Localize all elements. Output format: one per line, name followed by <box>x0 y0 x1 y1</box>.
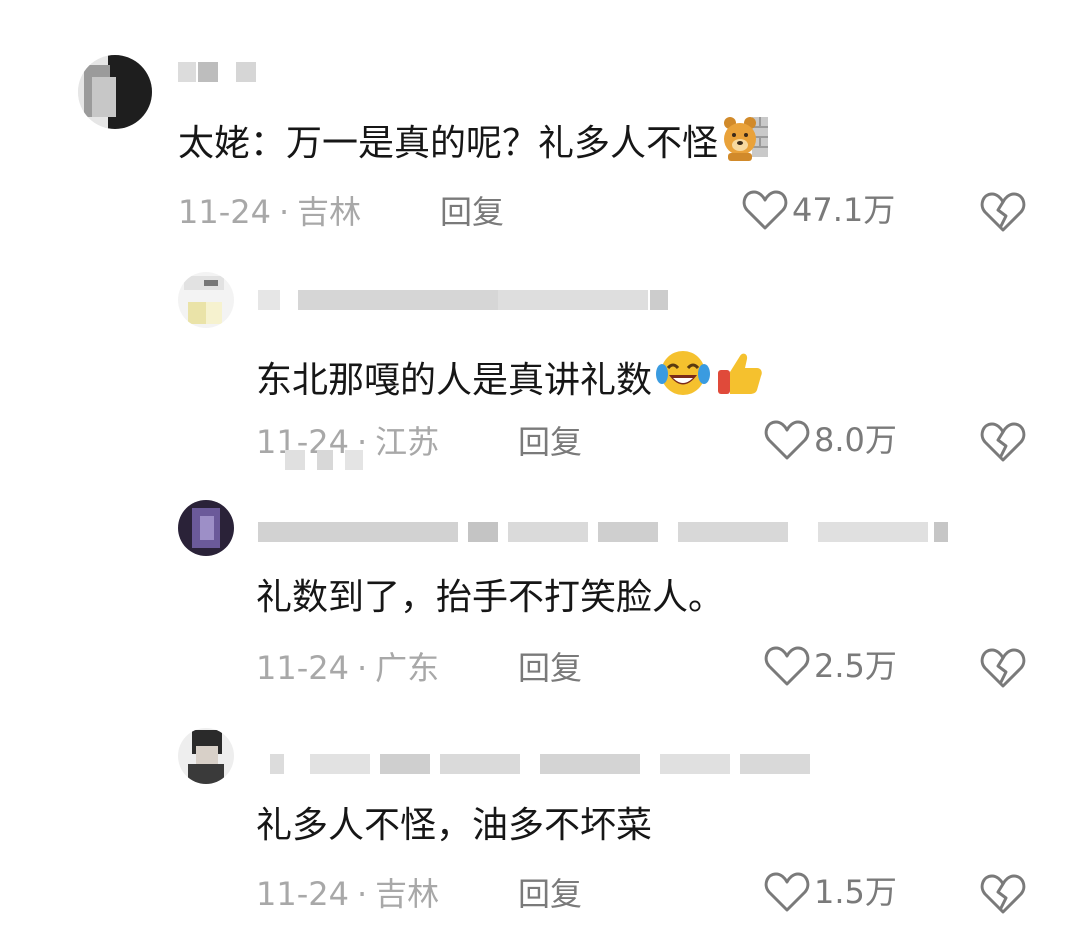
reply-button[interactable]: 回复 <box>518 874 582 914</box>
broken-heart-icon[interactable] <box>980 872 1026 916</box>
like-count: 1.5万 <box>814 873 897 911</box>
thumbs-up-emoji-icon <box>718 353 762 394</box>
comment-text: 礼多人不怪，油多不坏菜 <box>256 804 652 848</box>
comment-location: 江苏 <box>375 423 440 461</box>
avatar[interactable] <box>78 55 152 129</box>
avatar[interactable] <box>178 500 234 556</box>
comment-location: 吉林 <box>297 193 362 231</box>
comment-date: 11-24 <box>256 649 349 687</box>
comment-4: 礼多人不怪，油多不坏菜 11-24 · 吉林 回复 1.5万 <box>0 720 1080 942</box>
like-button[interactable]: 47.1万 <box>742 188 895 232</box>
heart-outline-icon <box>742 190 788 230</box>
broken-heart-icon[interactable] <box>980 420 1026 464</box>
comment-location: 广东 <box>375 649 440 687</box>
heart-outline-icon <box>764 646 810 686</box>
comment-text-content: 东北那嘎的人是真讲礼数 <box>256 360 653 401</box>
avatar[interactable] <box>178 728 234 784</box>
comment-text-content: 礼数到了，抬手不打笑脸人。 <box>256 577 725 618</box>
laughing-crying-emoji-icon <box>656 351 711 395</box>
username-blurred <box>258 522 948 542</box>
comment-meta: 11-24 · 吉林 <box>178 192 361 232</box>
heart-outline-icon <box>764 420 810 460</box>
username-blurred <box>270 754 810 774</box>
username-blurred <box>258 290 668 310</box>
comment-2: 东北那嘎的人是真讲礼数 11-24 · 江苏 回复 8.0万 <box>0 250 1080 490</box>
avatar[interactable] <box>178 272 234 328</box>
heart-outline-icon <box>764 872 810 912</box>
username-blurred <box>178 62 258 82</box>
like-count: 47.1万 <box>792 191 896 229</box>
comment-location: 吉林 <box>375 875 440 913</box>
reply-button[interactable]: 回复 <box>518 422 582 462</box>
comment-text-content: 太姥：万一是真的呢？礼多人不怪 <box>178 123 719 164</box>
reply-button[interactable]: 回复 <box>440 192 504 232</box>
separator: · <box>278 193 290 231</box>
comment-date: 11-24 <box>256 875 349 913</box>
bear-emoji-icon <box>724 117 769 161</box>
like-count: 8.0万 <box>814 421 897 459</box>
comment-text-content: 礼多人不怪，油多不坏菜 <box>256 805 653 846</box>
comment-1: 太姥：万一是真的呢？礼多人不怪 11-24 · 吉林 回复 47.1万 <box>0 0 1080 250</box>
comment-text: 礼数到了，抬手不打笑脸人。 <box>256 576 724 620</box>
like-button[interactable]: 8.0万 <box>764 418 897 462</box>
separator: · <box>356 875 368 913</box>
comment-date: 11-24 <box>178 193 271 231</box>
date-blur-artifact <box>285 450 365 470</box>
comment-3: 礼数到了，抬手不打笑脸人。 11-24 · 广东 回复 2.5万 <box>0 490 1080 720</box>
broken-heart-icon[interactable] <box>980 646 1026 690</box>
comment-meta: 11-24 · 吉林 <box>256 874 439 914</box>
like-button[interactable]: 2.5万 <box>764 644 897 688</box>
comment-text: 东北那嘎的人是真讲礼数 <box>256 348 764 403</box>
like-button[interactable]: 1.5万 <box>764 870 897 914</box>
broken-heart-icon[interactable] <box>980 190 1026 234</box>
separator: · <box>356 649 368 687</box>
reply-button[interactable]: 回复 <box>518 648 582 688</box>
like-count: 2.5万 <box>814 647 897 685</box>
comment-meta: 11-24 · 广东 <box>256 648 439 688</box>
comment-text: 太姥：万一是真的呢？礼多人不怪 <box>178 115 770 166</box>
